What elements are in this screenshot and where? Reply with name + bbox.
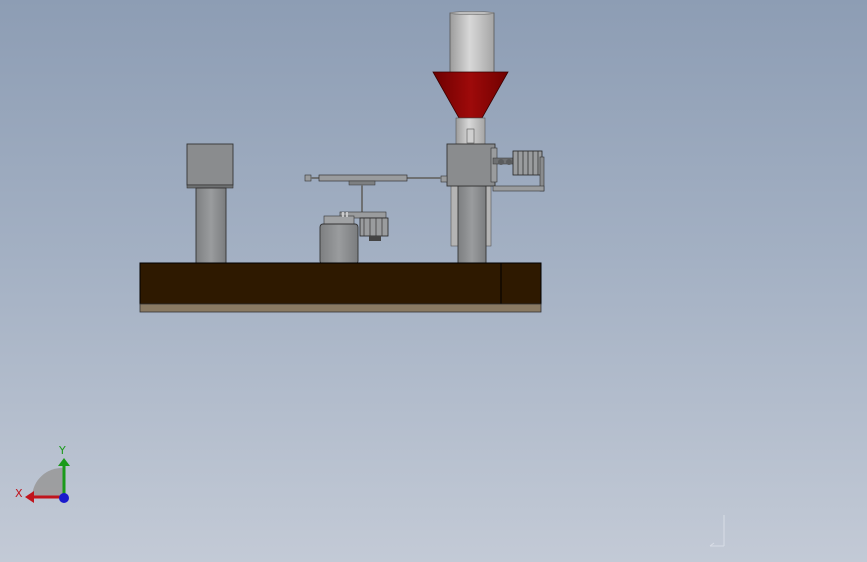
small-motor[interactable] [319, 211, 389, 265]
y-axis-head [58, 458, 70, 466]
gearbox-block[interactable] [440, 143, 498, 187]
viewport-corner-mark [709, 515, 725, 547]
z-axis-dot [59, 493, 69, 503]
x-axis-head [25, 491, 34, 503]
side-motor[interactable] [492, 150, 545, 192]
silo-column[interactable] [449, 11, 495, 74]
graphics-viewport[interactable]: Y X [0, 0, 867, 562]
assembly-model[interactable] [0, 0, 867, 562]
crank-arm[interactable] [304, 174, 441, 214]
y-axis-label: Y [58, 444, 66, 457]
red-hopper[interactable] [432, 71, 509, 145]
right-pillar[interactable] [450, 185, 492, 265]
wooden-base[interactable] [139, 262, 542, 313]
triad-plane [32, 467, 64, 497]
x-axis-label: X [15, 487, 23, 500]
left-pillar[interactable] [186, 143, 234, 265]
orientation-triad: Y X [15, 444, 70, 503]
